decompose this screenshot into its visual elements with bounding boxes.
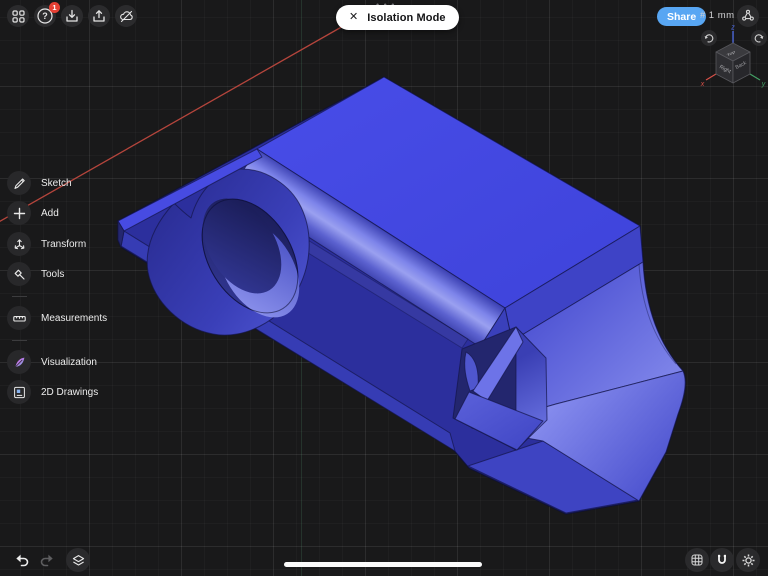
- redo-icon[interactable]: [38, 551, 56, 569]
- sidebar-label: Measurements: [41, 313, 107, 324]
- settings-button[interactable]: [736, 548, 760, 572]
- sidebar-label: Sketch: [41, 178, 72, 189]
- cloud-offline-icon: [119, 9, 134, 24]
- sidebar-item-add[interactable]: Add: [7, 201, 59, 225]
- sidebar-item-visualization[interactable]: Visualization: [7, 350, 97, 374]
- grid-unit-setting[interactable]: # 1 mm: [700, 10, 735, 21]
- measurements-ruler-icon: [7, 306, 31, 330]
- x-axis-label: x: [700, 81, 705, 88]
- transform-axes-icon: [7, 232, 31, 256]
- sidebar-item-transform[interactable]: Transform: [7, 232, 86, 256]
- sidebar-label: Transform: [41, 239, 86, 250]
- close-icon[interactable]: ✕: [349, 12, 358, 23]
- sidebar-item-sketch[interactable]: Sketch: [7, 171, 72, 195]
- isolation-mode-pill[interactable]: ✕ Isolation Mode: [336, 5, 459, 30]
- drawings-sheet-icon: [7, 380, 31, 404]
- sidebar-label: Add: [41, 208, 59, 219]
- view-cube[interactable]: z x y Top Right Back: [688, 22, 768, 94]
- import-button[interactable]: [61, 5, 83, 27]
- rotate-ccw-button[interactable]: [701, 30, 717, 46]
- grid-hash-icon: #: [700, 10, 706, 21]
- app-window: ? 1 • • • ✕ Isolation Mode Share: [0, 0, 768, 576]
- materials-button[interactable]: [685, 548, 709, 572]
- sidebar-item-tools[interactable]: Tools: [7, 262, 64, 286]
- settings-gear-icon: [741, 553, 756, 568]
- sidebar-divider: [12, 296, 27, 297]
- sidebar-item-measurements[interactable]: Measurements: [7, 306, 107, 330]
- sidebar-label: 2D Drawings: [41, 387, 98, 398]
- rotate-cw-button[interactable]: [751, 30, 767, 46]
- svg-text:?: ?: [42, 11, 48, 21]
- cloud-sync-button[interactable]: [115, 5, 137, 27]
- add-plus-icon: [7, 201, 31, 225]
- export-upload-icon: [92, 9, 106, 23]
- y-axis-label: y: [761, 81, 766, 88]
- magnet-snap-icon: [715, 553, 729, 567]
- z-axis-label: z: [730, 25, 735, 32]
- export-button[interactable]: [88, 5, 110, 27]
- undo-icon[interactable]: [13, 551, 31, 569]
- y-axis-line: [750, 74, 760, 80]
- snapping-button[interactable]: [710, 548, 734, 572]
- sidebar-label: Tools: [41, 269, 64, 280]
- x-axis-line: [706, 74, 716, 80]
- import-download-icon: [65, 9, 79, 23]
- apps-grid-button[interactable]: [7, 5, 29, 27]
- sidebar-divider: [12, 340, 27, 341]
- layers-icon: [71, 553, 86, 568]
- 3d-model-viewport[interactable]: [0, 0, 768, 576]
- snap-constraint-icon: [741, 9, 755, 23]
- visualization-feather-icon: [7, 350, 31, 374]
- sidebar-label: Visualization: [41, 357, 97, 368]
- isolation-mode-label: Isolation Mode: [367, 12, 445, 24]
- isolation-layers-button[interactable]: [66, 548, 90, 572]
- home-indicator[interactable]: [284, 562, 482, 567]
- sketch-pencil-icon: [7, 171, 31, 195]
- tools-hammer-icon: [7, 262, 31, 286]
- sidebar-item-2d-drawings[interactable]: 2D Drawings: [7, 380, 98, 404]
- grid-unit-value: 1 mm: [709, 10, 735, 21]
- apps-grid-icon: [12, 10, 25, 23]
- materials-icon: [690, 553, 704, 567]
- notification-badge: 1: [49, 2, 60, 13]
